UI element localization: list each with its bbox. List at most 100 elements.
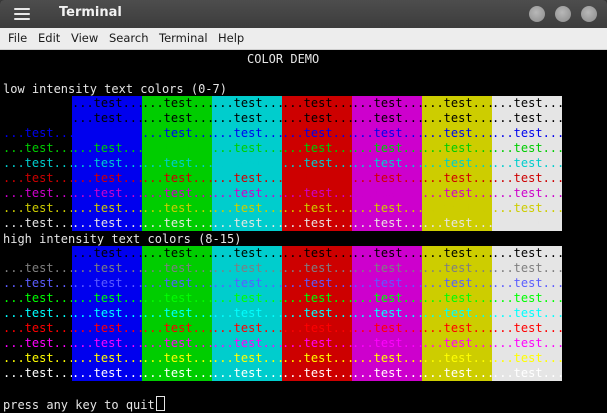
menu-help[interactable]: Help xyxy=(218,31,244,45)
high-cell: ...test... xyxy=(212,351,285,366)
low-cell: ...test... xyxy=(212,216,285,231)
color-demo-heading: COLOR DEMO xyxy=(247,52,320,66)
high-cell: ...test... xyxy=(492,276,565,291)
high-row-label-4: ...test... xyxy=(3,306,76,320)
high-cell: ...test... xyxy=(212,306,285,321)
low-cell: ...test... xyxy=(72,126,145,141)
low-cell: ...test... xyxy=(282,156,355,171)
low-cell: ...test... xyxy=(282,126,355,141)
high-cell: ...test... xyxy=(422,336,495,351)
high-cell: ...test... xyxy=(72,306,145,321)
minimize-button[interactable] xyxy=(529,6,545,22)
low-cell: ...test... xyxy=(72,96,145,111)
menu-terminal[interactable]: Terminal xyxy=(159,31,208,45)
high-row-label-6: ...test... xyxy=(3,336,76,350)
high-cell: ...test... xyxy=(422,276,495,291)
low-cell: ...test... xyxy=(212,201,285,216)
quit-prompt: press any key to quit xyxy=(3,396,165,413)
prompt-text: press any key to quit xyxy=(3,398,155,412)
low-cell: ...test... xyxy=(422,156,495,171)
low-cell: ...test... xyxy=(212,186,285,201)
high-cell: ...test... xyxy=(282,321,355,336)
high-cell: ...test... xyxy=(422,246,495,261)
high-cell: ...test... xyxy=(212,336,285,351)
high-row-label-7: ...test... xyxy=(3,351,76,365)
low-cell: ...test... xyxy=(142,126,215,141)
high-cell: ...test... xyxy=(142,261,215,276)
high-cell: ...test... xyxy=(142,321,215,336)
high-cell: ...test... xyxy=(422,351,495,366)
menu-file[interactable]: File xyxy=(8,31,27,45)
low-cell: ...test... xyxy=(282,186,355,201)
maximize-button[interactable] xyxy=(555,6,571,22)
high-cell: ...test... xyxy=(72,276,145,291)
title-bar[interactable]: Terminal xyxy=(0,0,607,28)
low-cell: ...test... xyxy=(352,126,425,141)
low-cell: ...test... xyxy=(422,171,495,186)
low-row-label-1: ...test... xyxy=(3,111,76,125)
terminal-window: Terminal File Edit View Search Terminal … xyxy=(0,0,607,413)
high-cell: ...test... xyxy=(282,276,355,291)
low-cell: ...test... xyxy=(492,171,565,186)
low-cell: ...test... xyxy=(72,141,145,156)
high-cell: ...test... xyxy=(72,366,145,381)
low-cell: ...test... xyxy=(282,201,355,216)
hamburger-menu-icon[interactable] xyxy=(14,6,30,22)
low-cell: ...test... xyxy=(422,126,495,141)
menu-edit[interactable]: Edit xyxy=(38,31,60,45)
low-cell: ...test... xyxy=(282,141,355,156)
menu-view[interactable]: View xyxy=(71,31,98,45)
low-cell: ...test... xyxy=(142,141,215,156)
low-cell: ...test... xyxy=(422,96,495,111)
high-cell: ...test... xyxy=(422,306,495,321)
high-cell: ...test... xyxy=(142,336,215,351)
high-cell: ...test... xyxy=(142,351,215,366)
high-cell: ...test... xyxy=(212,321,285,336)
low-cell: ...test... xyxy=(212,96,285,111)
low-cell: ...test... xyxy=(72,156,145,171)
low-cell: ...test... xyxy=(492,111,565,126)
high-cell: ...test... xyxy=(422,261,495,276)
low-cell: ...test... xyxy=(422,216,495,231)
high-row-label-5: ...test... xyxy=(3,321,76,335)
low-cell: ...test... xyxy=(142,201,215,216)
high-cell: ...test... xyxy=(352,291,425,306)
low-cell: ...test... xyxy=(212,171,285,186)
high-row-label-8: ...test... xyxy=(3,366,76,380)
low-cell: ...test... xyxy=(72,186,145,201)
high-cell: ...test... xyxy=(142,246,215,261)
low-cell: ...test... xyxy=(492,216,565,231)
high-cell: ...test... xyxy=(352,366,425,381)
low-cell: ...test... xyxy=(142,171,215,186)
terminal-output[interactable]: COLOR DEMO low intensity text colors (0-… xyxy=(0,50,607,413)
low-cell: ...test... xyxy=(72,171,145,186)
low-cell: ...test... xyxy=(142,111,215,126)
menu-bar: File Edit View Search Terminal Help xyxy=(0,28,607,50)
high-cell: ...test... xyxy=(142,276,215,291)
high-cell: ...test... xyxy=(422,366,495,381)
low-cell: ...test... xyxy=(422,201,495,216)
high-cell: ...test... xyxy=(72,351,145,366)
close-button[interactable] xyxy=(581,6,597,22)
high-cell: ...test... xyxy=(352,261,425,276)
high-cell: ...test... xyxy=(492,351,565,366)
high-cell: ...test... xyxy=(492,306,565,321)
low-row-label-4: ...test... xyxy=(3,156,76,170)
high-cell: ...test... xyxy=(72,246,145,261)
high-cell: ...test... xyxy=(352,276,425,291)
high-cell: ...test... xyxy=(282,306,355,321)
menu-search[interactable]: Search xyxy=(109,31,149,45)
low-cell: ...test... xyxy=(422,141,495,156)
low-cell: ...test... xyxy=(142,216,215,231)
low-cell: ...test... xyxy=(352,141,425,156)
high-cell: ...test... xyxy=(142,306,215,321)
low-cell: ...test... xyxy=(422,186,495,201)
high-row-label-1: ...test... xyxy=(3,261,76,275)
high-cell: ...test... xyxy=(352,336,425,351)
high-cell: ...test... xyxy=(282,336,355,351)
high-cell: ...test... xyxy=(352,246,425,261)
high-cell: ...test... xyxy=(492,321,565,336)
low-cell: ...test... xyxy=(352,201,425,216)
low-cell: ...test... xyxy=(492,96,565,111)
low-cell: ...test... xyxy=(72,201,145,216)
